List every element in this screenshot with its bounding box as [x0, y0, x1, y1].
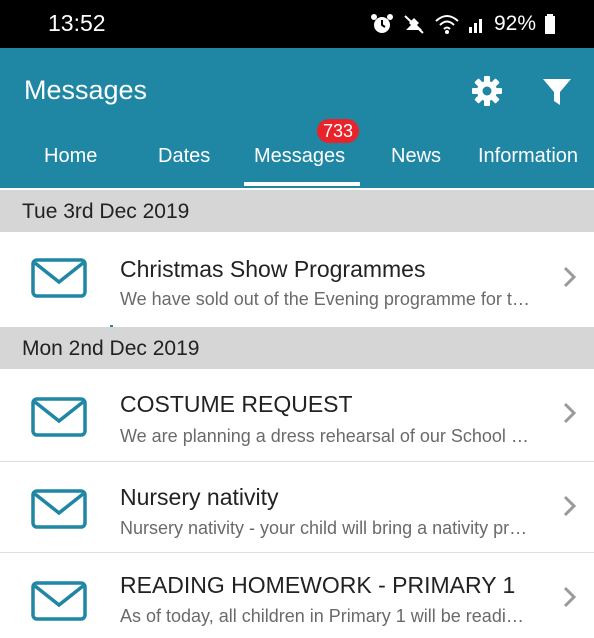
message-title: Nursery nativity [120, 484, 279, 510]
envelope-icon [31, 581, 87, 621]
message-row[interactable]: Nursery nativity Nursery nativity - your… [0, 462, 594, 553]
message-preview: We are planning a dress rehearsal of our… [120, 426, 529, 446]
filter-icon [543, 79, 571, 105]
envelope-icon [31, 489, 87, 529]
message-title: READING HOMEWORK - PRIMARY 1 [120, 572, 516, 598]
status-time: 13:52 [48, 10, 106, 36]
tab-home[interactable]: Home [44, 145, 97, 168]
wifi-icon [435, 15, 459, 34]
gear-icon [472, 76, 502, 106]
battery-icon [545, 14, 555, 34]
settings-button[interactable] [467, 71, 507, 111]
tab-information[interactable]: Information [478, 145, 578, 168]
signal-icon [468, 19, 482, 33]
message-preview: As of today, all children in Primary 1 w… [120, 606, 524, 626]
tab-news[interactable]: News [391, 145, 441, 168]
tab-messages[interactable]: Messages [254, 145, 345, 168]
filter-button[interactable] [537, 72, 577, 112]
message-row[interactable]: READING HOMEWORK - PRIMARY 1 As of today… [0, 553, 594, 638]
status-bar: 13:52 92% [0, 0, 594, 48]
envelope-icon [31, 258, 87, 298]
message-title: Christmas Show Programmes [120, 256, 426, 282]
chevron-right-icon [563, 586, 577, 608]
page-title: Messages [24, 75, 148, 105]
active-tab-indicator [244, 182, 360, 186]
date-header-label: Tue 3rd Dec 2019 [22, 200, 190, 223]
date-header: Tue 3rd Dec 2019 [0, 190, 594, 232]
message-preview: We have sold out of the Evening programm… [120, 289, 530, 309]
message-row[interactable]: COSTUME REQUEST We are planning a dress … [0, 369, 594, 462]
date-header: Mon 2nd Dec 2019 [0, 327, 594, 369]
unread-count-badge: 733 [317, 119, 360, 143]
envelope-icon [31, 397, 87, 437]
message-title: COSTUME REQUEST [120, 391, 353, 417]
chevron-right-icon [563, 495, 577, 517]
alarm-icon [370, 14, 393, 33]
date-header-label: Mon 2nd Dec 2019 [22, 337, 200, 360]
app-bar: Messages Home Dates Messages News Inform… [0, 48, 594, 188]
mute-icon [404, 15, 424, 34]
tab-dates[interactable]: Dates [158, 145, 210, 168]
message-row[interactable]: Christmas Show Programmes We have sold o… [0, 232, 594, 325]
status-icons: 92% [370, 10, 556, 38]
battery-percent: 92% [493, 12, 536, 35]
chevron-right-icon [563, 266, 577, 288]
chevron-right-icon [563, 402, 577, 424]
message-preview: Nursery nativity - your child will bring… [120, 518, 528, 538]
